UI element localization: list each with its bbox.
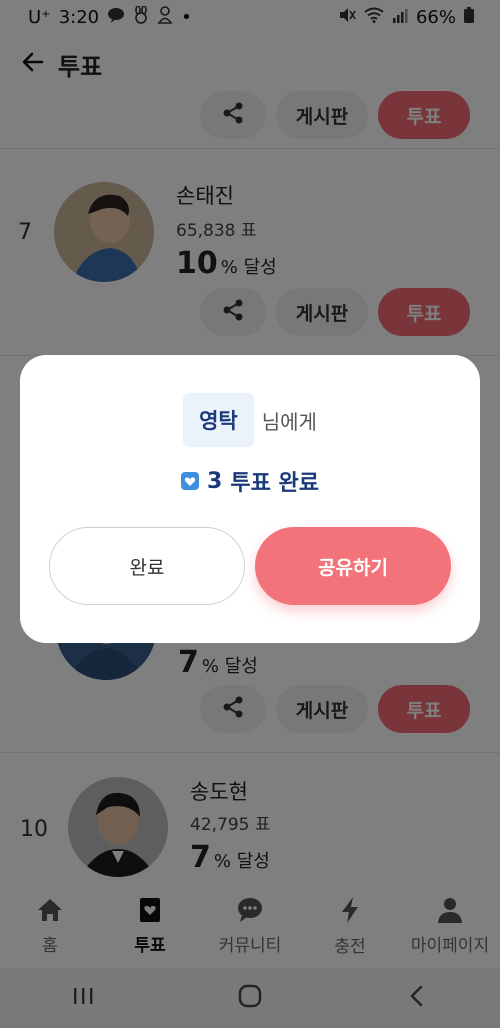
recipient-suffix: 님에게 <box>261 409 317 434</box>
vote-complete-dialog: 영탁 님에게 3 투표 완료 완료 공유하기 <box>20 355 480 643</box>
recipient-row: 영탁 님에게 <box>20 393 480 447</box>
done-button[interactable]: 완료 <box>49 527 245 605</box>
recipient-name: 영탁 <box>183 393 254 447</box>
vote-heart-icon <box>181 472 200 490</box>
vote-count: 3 <box>207 468 223 494</box>
vote-result: 3 투표 완료 <box>20 465 480 497</box>
share-result-button[interactable]: 공유하기 <box>255 527 451 605</box>
vote-result-text: 투표 완료 <box>230 471 319 496</box>
